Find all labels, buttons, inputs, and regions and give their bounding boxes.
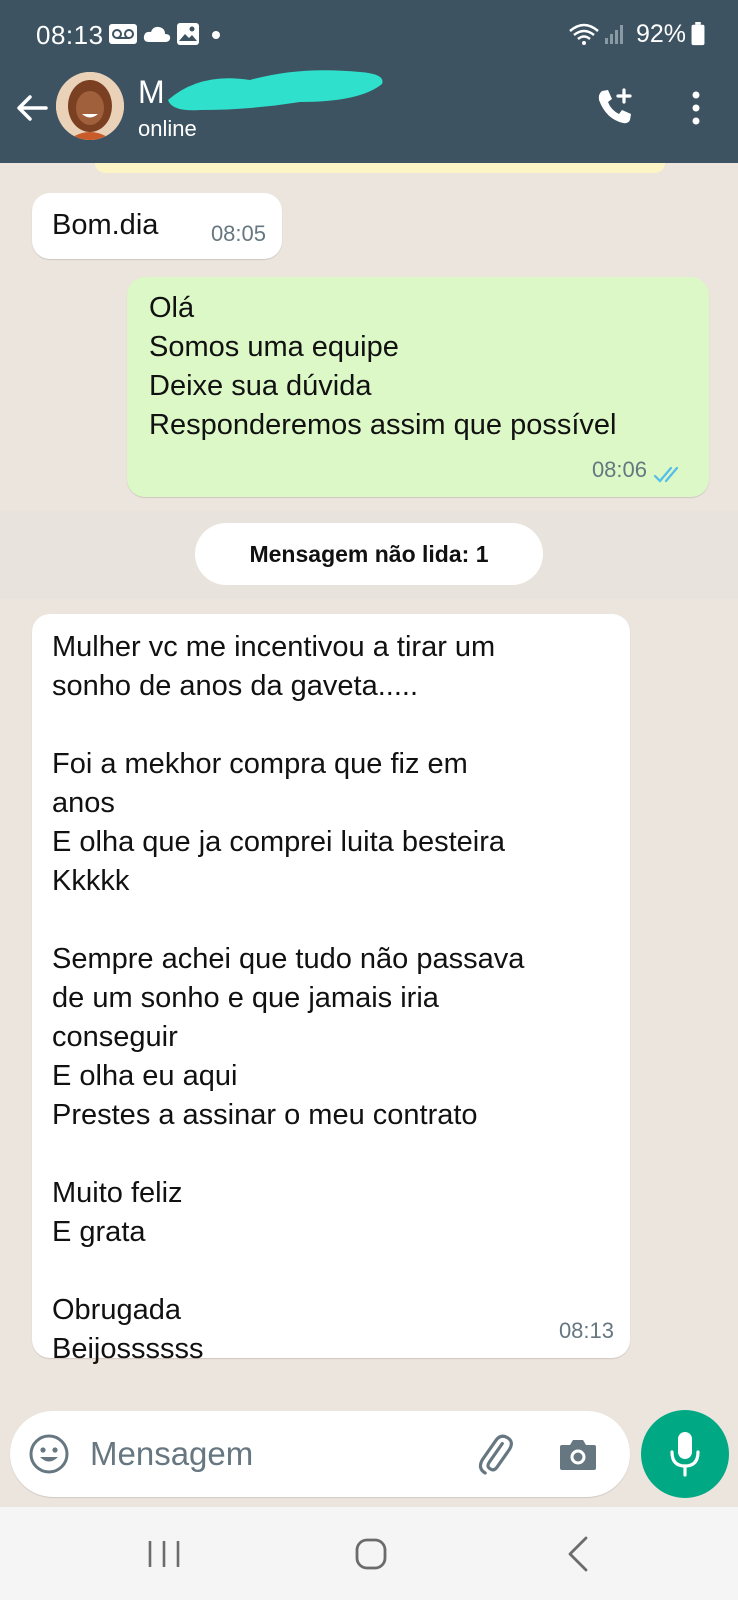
redaction-scribble	[168, 70, 383, 111]
chat-header: 08:13 92% M online	[0, 0, 738, 163]
voice-message-button[interactable]	[641, 1410, 729, 1498]
message-line: de um sonho e que jamais iria	[52, 982, 439, 1014]
signal-icon	[605, 25, 623, 44]
status-time: 08:13	[36, 20, 104, 50]
recent-apps-icon[interactable]	[146, 1537, 182, 1571]
message-line: E olha que ja comprei luita besteira	[52, 826, 505, 858]
message-line: Muito feliz	[52, 1177, 183, 1209]
image-icon	[177, 23, 199, 45]
message-line: E grata	[52, 1216, 146, 1248]
battery-percentage: 92%	[635, 20, 686, 48]
unread-count-label: Mensagem não lida: 1	[195, 523, 543, 585]
message-line: conseguir	[52, 1021, 178, 1053]
attach-icon[interactable]	[472, 1431, 518, 1477]
message-text: Olá Somos uma equipe Deixe sua dúvida Re…	[149, 289, 616, 445]
message-time: 08:05	[210, 221, 266, 246]
message-bubble-incoming[interactable]: Bom.dia 08:05	[32, 193, 282, 259]
wifi-icon	[569, 23, 599, 45]
more-options-icon[interactable]	[684, 88, 708, 128]
message-line: E olha eu aqui	[52, 1060, 238, 1092]
message-bubble-outgoing[interactable]: Olá Somos uma equipe Deixe sua dúvida Re…	[127, 277, 709, 497]
voicemail-icon	[109, 24, 137, 44]
message-text: Bom.dia	[52, 209, 159, 241]
app-bar: M online	[0, 70, 738, 163]
message-time: 08:06	[591, 457, 647, 482]
message-line: Foi a mekhor compra que fiz em	[52, 748, 468, 780]
message-text: Mulher vc me incentivou a tirar um sonho…	[52, 628, 524, 1369]
home-icon[interactable]	[354, 1537, 388, 1571]
camera-icon[interactable]	[558, 1435, 598, 1473]
message-time: 08:13	[558, 1318, 614, 1343]
add-call-icon[interactable]	[594, 86, 636, 128]
read-receipt-icon	[653, 466, 679, 483]
message-line	[52, 1135, 524, 1174]
message-composer	[10, 1411, 630, 1497]
message-line: Deixe sua dúvida	[149, 370, 372, 402]
message-line	[52, 706, 524, 745]
message-input[interactable]	[90, 1429, 450, 1479]
message-line: Beijossssss	[52, 1333, 204, 1365]
microphone-icon	[670, 1432, 700, 1477]
encryption-notice-edge	[95, 163, 665, 173]
message-line: anos	[52, 787, 115, 819]
message-bubble-incoming[interactable]: Mulher vc me incentivou a tirar um sonho…	[32, 614, 630, 1365]
message-line: Olá	[149, 292, 195, 324]
chat-area[interactable]: Bom.dia 08:05 Olá Somos uma equipe Deixe…	[0, 163, 738, 1503]
battery-icon	[691, 22, 705, 46]
avatar-photo	[56, 72, 124, 140]
message-line	[52, 1252, 524, 1291]
message-line: Mulher vc me incentivou a tirar um	[52, 631, 496, 663]
back-arrow-icon[interactable]	[12, 88, 52, 128]
status-bar: 08:13 92%	[0, 0, 738, 70]
message-line: Responderemos assim que possível	[149, 409, 617, 441]
contact-avatar[interactable]	[56, 72, 124, 140]
cloud-icon	[143, 26, 171, 42]
system-navigation-bar	[0, 1507, 738, 1600]
message-line	[52, 901, 524, 940]
message-line: sonho de anos da gaveta.....	[52, 670, 418, 702]
message-line: Somos uma equipe	[149, 331, 399, 363]
dot-icon	[212, 31, 220, 39]
nav-back-icon[interactable]	[566, 1535, 590, 1573]
message-line: Obrugada	[52, 1294, 181, 1326]
message-line: Sempre achei que tudo não passava	[52, 943, 525, 975]
emoji-icon[interactable]	[28, 1433, 70, 1475]
contact-status: online	[138, 116, 197, 141]
message-line: Kkkkk	[52, 865, 130, 897]
unread-divider: Mensagem não lida: 1	[0, 511, 738, 599]
message-line: Prestes a assinar o meu contrato	[52, 1099, 478, 1131]
